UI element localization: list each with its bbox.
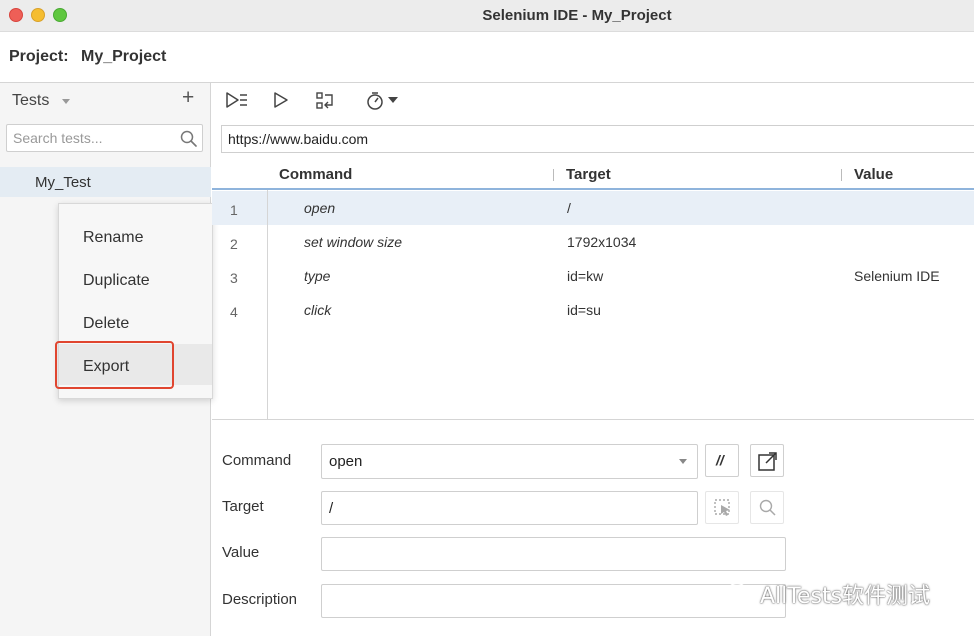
command-table: Command Target Value 1 open / 2 set wind…: [212, 160, 974, 420]
find-target-button[interactable]: [750, 491, 784, 524]
select-target-button[interactable]: [705, 491, 739, 524]
external-link-icon: [758, 452, 777, 471]
row-command: open: [304, 200, 336, 216]
open-reference-button[interactable]: [750, 444, 784, 477]
window-title: Selenium IDE - My_Project: [482, 7, 672, 24]
add-test-button[interactable]: +: [182, 87, 194, 108]
row-number: 3: [230, 270, 238, 286]
row-number-gutter-divider: [267, 190, 268, 420]
project-header: Project: My_Project: [0, 32, 974, 83]
description-input[interactable]: [321, 584, 786, 618]
search-icon: [759, 499, 776, 516]
table-row[interactable]: 2 set window size 1792x1034: [212, 225, 974, 259]
run-all-tests-icon[interactable]: [225, 91, 249, 109]
toggle-comment-button[interactable]: //: [705, 444, 739, 477]
test-list-item[interactable]: My_Test: [0, 167, 211, 197]
value-input[interactable]: [321, 537, 786, 571]
base-url-field: [221, 125, 974, 153]
base-url-input[interactable]: [222, 126, 962, 152]
menu-item-label: Duplicate: [83, 272, 150, 289]
row-target: id=kw: [567, 268, 604, 284]
row-target: 1792x1034: [567, 234, 637, 250]
search-tests-input[interactable]: [7, 125, 177, 151]
target-input-value: /: [329, 500, 334, 517]
row-number: 2: [230, 236, 238, 252]
table-row[interactable]: 3 type id=kw Selenium IDE: [212, 259, 974, 293]
command-select-value: open: [329, 453, 363, 470]
target-input[interactable]: /: [321, 491, 698, 525]
command-column-header: Command: [279, 166, 353, 183]
step-over-icon[interactable]: [315, 91, 337, 111]
row-number: 4: [230, 304, 238, 320]
menu-item-duplicate[interactable]: Duplicate: [59, 261, 212, 302]
title-bar: Selenium IDE - My_Project: [0, 0, 974, 32]
chevron-down-icon[interactable]: [62, 99, 70, 104]
table-row[interactable]: 1 open /: [212, 191, 974, 225]
target-column-header: Target: [566, 166, 611, 183]
row-value: Selenium IDE: [854, 268, 940, 284]
column-separator[interactable]: [841, 169, 842, 181]
command-label: Command: [222, 452, 292, 469]
menu-item-rename[interactable]: Rename: [59, 218, 212, 259]
value-label: Value: [222, 544, 260, 561]
row-number: 1: [230, 202, 238, 218]
run-current-test-icon[interactable]: [273, 91, 289, 109]
tests-dropdown-label[interactable]: Tests: [12, 92, 49, 110]
row-command: click: [304, 302, 332, 318]
command-select[interactable]: open: [321, 444, 698, 479]
select-target-icon: [714, 499, 730, 516]
table-row[interactable]: 4 click id=su: [212, 293, 974, 327]
wechat-icon: [727, 582, 754, 604]
test-execution-speed-icon[interactable]: [366, 91, 402, 111]
value-column-header: Value: [854, 166, 894, 183]
playback-toolbar: [212, 83, 974, 119]
target-label: Target: [222, 498, 264, 515]
export-highlight-annotation: [55, 341, 174, 389]
row-command: type: [304, 268, 331, 284]
column-separator[interactable]: [553, 169, 554, 181]
watermark-text: AllTests软件测试: [760, 584, 931, 609]
row-command: set window size: [304, 234, 403, 250]
chevron-down-icon: [679, 459, 687, 464]
menu-item-label: Rename: [83, 229, 144, 246]
menu-item-delete[interactable]: Delete: [59, 304, 212, 345]
table-header: Command Target Value: [212, 160, 974, 190]
project-label: Project:: [9, 48, 69, 65]
search-icon: [180, 130, 197, 147]
description-label: Description: [222, 591, 298, 608]
row-target: /: [567, 200, 571, 216]
comment-slashes-icon: //: [716, 452, 724, 468]
menu-item-label: Delete: [83, 315, 130, 332]
project-name[interactable]: My_Project: [81, 48, 166, 66]
row-target: id=su: [567, 302, 601, 318]
test-name: My_Test: [35, 174, 91, 191]
search-tests-field: [6, 124, 203, 152]
